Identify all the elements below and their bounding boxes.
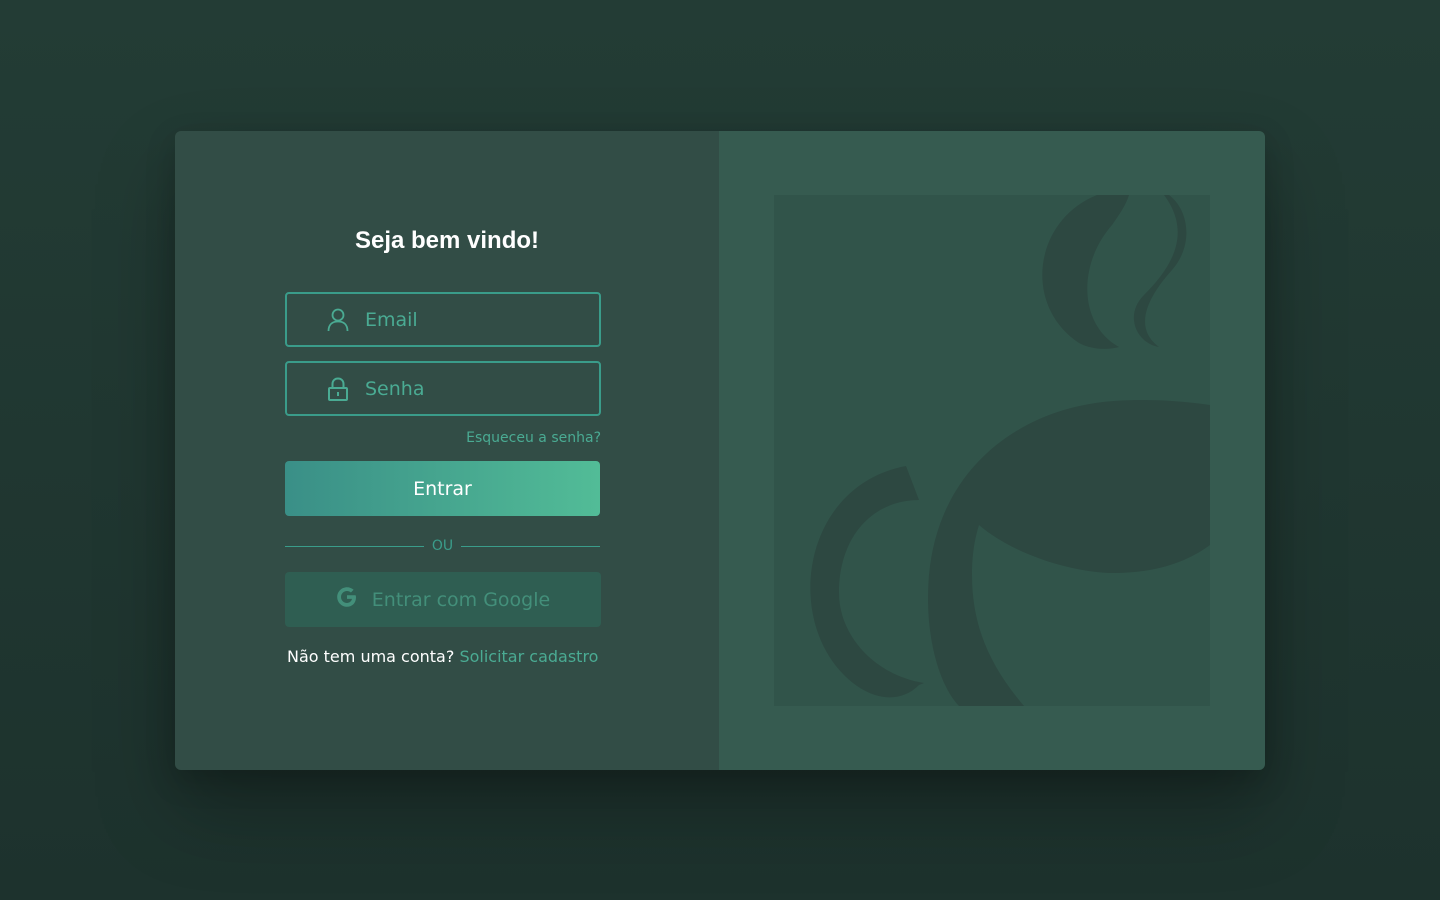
user-icon	[326, 308, 350, 332]
signup-link[interactable]: Solicitar cadastro	[459, 647, 598, 666]
email-input[interactable]	[365, 308, 585, 331]
page-title: Seja bem vindo!	[354, 227, 540, 254]
login-card: Seja bem vindo! Esqueceu a senha? E	[175, 131, 1265, 770]
divider-line-right	[461, 545, 600, 547]
divider-label: OU	[431, 538, 454, 554]
google-button-label: Entrar com Google	[371, 588, 551, 611]
signup-prompt: Não tem uma conta? Solicitar cadastro	[287, 647, 598, 666]
email-field[interactable]	[285, 292, 601, 347]
forgot-password-link[interactable]: Esqueceu a senha?	[466, 430, 601, 446]
google-login-button[interactable]: Entrar com Google	[285, 572, 601, 627]
divider-line-left	[285, 545, 424, 547]
login-panel: Seja bem vindo! Esqueceu a senha? E	[175, 131, 719, 770]
coffee-illustration	[774, 195, 1210, 706]
coffee-cup-logo	[810, 195, 1210, 706]
signup-prompt-text: Não tem uma conta?	[287, 647, 455, 666]
or-divider: OU	[285, 538, 600, 554]
login-button[interactable]: Entrar	[285, 461, 600, 516]
google-g-icon	[336, 586, 358, 613]
illustration-panel	[719, 131, 1265, 770]
lock-icon	[326, 376, 350, 401]
password-input[interactable]	[365, 377, 585, 400]
password-field[interactable]	[285, 361, 601, 416]
